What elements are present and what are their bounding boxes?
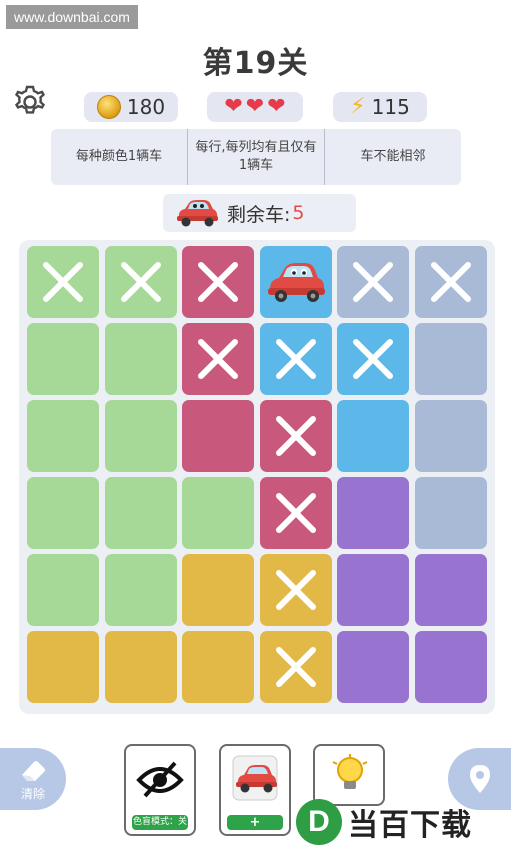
clear-label: 清除 xyxy=(20,786,45,801)
board-cell[interactable] xyxy=(104,400,177,472)
x-mark-icon xyxy=(275,570,316,610)
board-cell[interactable] xyxy=(337,246,409,318)
board-cell[interactable] xyxy=(337,323,409,395)
brand-watermark: D 当百下载 xyxy=(296,797,507,847)
coin-icon xyxy=(96,95,121,119)
board-cell[interactable] xyxy=(414,477,487,549)
remaining-cars-panel: 剩余车: 5 xyxy=(163,194,356,232)
energy-value: 115 xyxy=(371,95,410,119)
puzzle-board xyxy=(19,240,495,714)
board-cell[interactable] xyxy=(182,554,254,626)
board-cell[interactable] xyxy=(414,400,487,472)
site-watermark: www.downbai.com xyxy=(6,5,138,29)
board-cell[interactable] xyxy=(182,631,254,703)
x-mark-icon xyxy=(275,493,316,533)
board-cell[interactable] xyxy=(337,477,409,549)
rule-not-adjacent: 车不能相邻 xyxy=(324,129,461,185)
x-mark-icon xyxy=(430,262,471,302)
add-car-tool[interactable]: + xyxy=(219,744,291,836)
board-cell[interactable] xyxy=(104,246,177,318)
board-cell[interactable] xyxy=(104,477,177,549)
x-mark-icon xyxy=(275,416,316,456)
x-mark-icon xyxy=(353,339,393,379)
add-car-label: + xyxy=(227,815,283,830)
board-cell[interactable] xyxy=(259,323,332,395)
red-car-icon xyxy=(232,755,278,801)
remaining-count: 5 xyxy=(292,202,305,224)
board-cell[interactable] xyxy=(259,400,332,472)
level-title: 第19关 xyxy=(202,46,309,81)
x-mark-icon xyxy=(353,262,393,302)
lightning-icon: ⚡ xyxy=(350,94,366,119)
coins-counter: 180 xyxy=(84,92,178,122)
brand-text: 当百下载 xyxy=(348,808,472,843)
board-cell[interactable] xyxy=(27,323,99,395)
board-cell[interactable] xyxy=(259,477,332,549)
x-mark-icon xyxy=(275,339,316,379)
rules-panel: 每种颜色1辆车 每行,每列均有且仅有1辆车 车不能相邻 xyxy=(51,129,461,185)
board-cell[interactable] xyxy=(414,323,487,395)
colorblind-mode-label: 色盲模式：关 xyxy=(132,815,188,830)
x-mark-icon xyxy=(275,647,316,687)
lightbulb-icon xyxy=(332,754,368,789)
board-cell[interactable] xyxy=(414,554,487,626)
x-mark-icon xyxy=(198,339,238,379)
rule-one-per-row-col: 每行,每列均有且仅有1辆车 xyxy=(187,129,324,185)
red-car-icon xyxy=(267,263,325,302)
board-cell[interactable] xyxy=(182,400,254,472)
board-cell[interactable] xyxy=(182,477,254,549)
board-cell[interactable] xyxy=(104,323,177,395)
board-cell[interactable] xyxy=(337,554,409,626)
board-cell[interactable] xyxy=(27,554,99,626)
heart-icon: ❤ xyxy=(267,94,286,119)
board-cell[interactable] xyxy=(104,554,177,626)
clear-button[interactable]: 清除 xyxy=(0,748,66,810)
board-cell[interactable] xyxy=(414,246,487,318)
board-cell[interactable] xyxy=(259,631,332,703)
board-cell[interactable] xyxy=(337,631,409,703)
coins-value: 180 xyxy=(126,95,166,119)
board-cell[interactable] xyxy=(337,400,409,472)
board-cell[interactable] xyxy=(182,246,254,318)
board-cell[interactable] xyxy=(259,246,332,318)
brand-logo: D xyxy=(296,799,342,845)
rule-one-per-color: 每种颜色1辆车 xyxy=(75,149,163,164)
eraser-icon xyxy=(22,760,45,781)
eye-hidden-icon xyxy=(136,761,184,798)
x-mark-icon xyxy=(43,262,83,302)
board-cell[interactable] xyxy=(27,477,99,549)
board-cell[interactable] xyxy=(27,400,99,472)
board-cell[interactable] xyxy=(182,323,254,395)
board-cell[interactable] xyxy=(259,554,332,626)
board-cell[interactable] xyxy=(27,246,99,318)
energy-counter: ⚡ 115 xyxy=(333,92,427,122)
colorblind-mode-tool[interactable]: 色盲模式：关 xyxy=(124,744,196,836)
board-cell[interactable] xyxy=(414,631,487,703)
board-cell[interactable] xyxy=(27,631,99,703)
heart-icon: ❤ xyxy=(224,94,243,119)
red-car-icon xyxy=(177,200,218,227)
x-mark-icon xyxy=(120,262,161,302)
x-mark-icon xyxy=(198,262,238,302)
lives-counter: ❤ ❤ ❤ xyxy=(207,92,303,122)
board-cell[interactable] xyxy=(104,631,177,703)
remaining-label: 剩余车: xyxy=(227,203,291,226)
heart-icon: ❤ xyxy=(245,94,265,119)
settings-gear-icon[interactable] xyxy=(12,84,48,120)
location-pin-icon xyxy=(469,765,490,793)
